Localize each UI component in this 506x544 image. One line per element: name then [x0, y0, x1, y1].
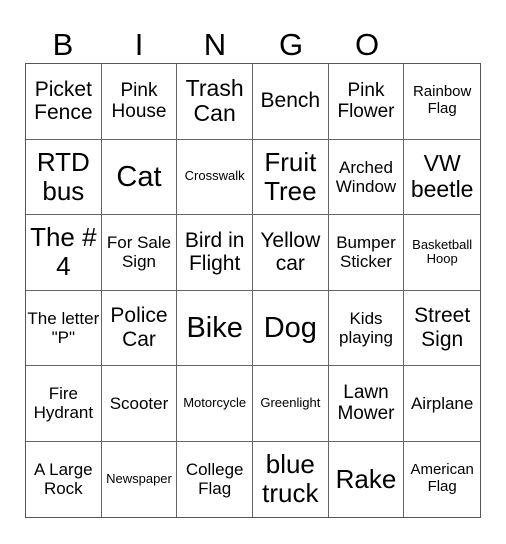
bingo-cell[interactable]: VW beetle [404, 140, 480, 215]
bingo-cell[interactable]: Pink Flower [328, 64, 405, 140]
bingo-cell[interactable]: Cat [101, 139, 178, 215]
bingo-cell[interactable]: Street Sign [404, 291, 480, 366]
bingo-cell[interactable]: Bumper Sticker [328, 215, 405, 291]
bingo-cell[interactable]: Pink House [101, 64, 178, 140]
bingo-cell[interactable]: Lawn Mower [328, 366, 405, 442]
bingo-cell[interactable]: Bird in Flight [177, 215, 253, 291]
bingo-cell[interactable]: Police Car [101, 290, 178, 366]
bingo-cell[interactable]: For Sale Sign [101, 215, 178, 291]
bingo-grid: Picket Fence Pink House Trash Can Bench … [25, 63, 481, 518]
bingo-cell[interactable]: College Flag [177, 441, 253, 517]
bingo-cell[interactable]: Motorcycle [177, 366, 253, 442]
bingo-cell[interactable]: Newspaper [102, 441, 178, 517]
bingo-header: B I N G O [25, 26, 405, 64]
header-letter-n: N [203, 27, 227, 62]
bingo-cell[interactable]: Bench [252, 64, 329, 140]
bingo-cell[interactable]: Kids playing [328, 290, 405, 366]
bingo-cell[interactable]: Airplane [404, 366, 480, 442]
bingo-cell[interactable]: Dog [252, 290, 329, 366]
bingo-cell[interactable]: Fire Hydrant [26, 366, 102, 442]
header-letter-g: G [278, 27, 304, 62]
bingo-cell[interactable]: American Flag [404, 442, 480, 518]
bingo-cell[interactable]: Basketball Hoop [404, 215, 480, 291]
bingo-cell[interactable]: Rainbow Flag [404, 64, 480, 140]
bingo-cell[interactable]: The letter "P" [26, 290, 102, 366]
bingo-cell[interactable]: Trash Can [177, 64, 253, 140]
bingo-cell[interactable]: Greenlight [252, 366, 329, 442]
header-letter-i: I [134, 27, 144, 62]
bingo-cell[interactable]: Scooter [101, 366, 178, 442]
bingo-cell[interactable]: blue truck [253, 441, 329, 517]
bingo-cell[interactable]: Yellow car [252, 215, 329, 291]
bingo-cell[interactable]: Picket Fence [26, 64, 102, 140]
bingo-cell[interactable]: Arched Window [328, 139, 405, 215]
bingo-cell[interactable]: Bike [177, 290, 253, 366]
bingo-cell[interactable]: Fruit Tree [252, 139, 329, 215]
bingo-cell[interactable]: Crosswalk [177, 139, 253, 215]
header-letter-o: O [354, 27, 380, 62]
bingo-cell[interactable]: Rake [329, 441, 405, 517]
header-letter-b: B [52, 27, 74, 62]
bingo-cell[interactable]: The # 4 [26, 215, 102, 291]
bingo-cell[interactable]: A Large Rock [26, 441, 102, 517]
bingo-cell[interactable]: RTD bus [26, 139, 102, 215]
